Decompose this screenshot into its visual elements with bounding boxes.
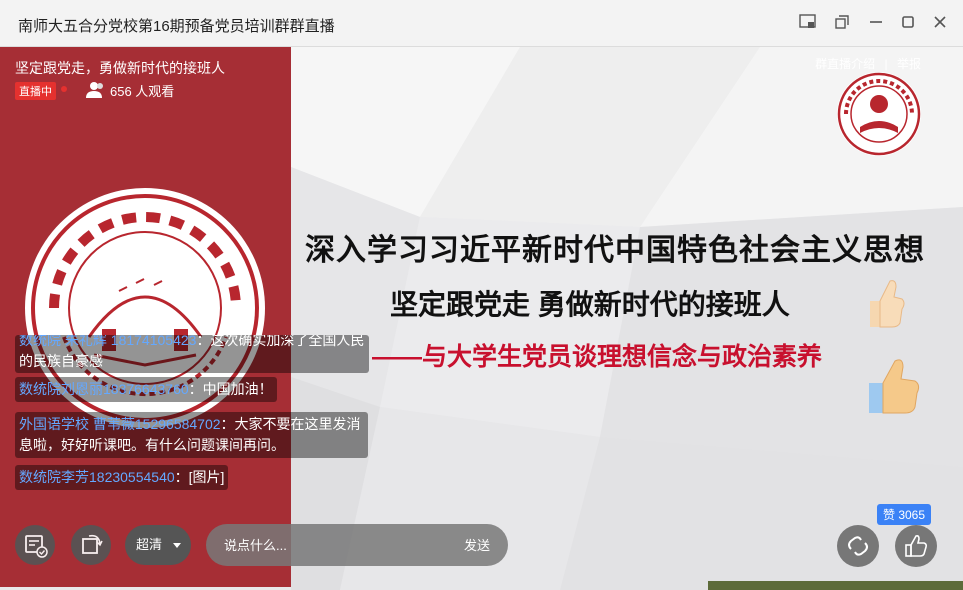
quality-select[interactable]: 超清 xyxy=(125,525,191,565)
chat-message: 外国语学校 曹苇薇15296584702：大家不要在这里发消息啦，好好听课吧。有… xyxy=(15,412,368,458)
live-intro-link[interactable]: 群直播介绍 xyxy=(815,57,875,71)
thumbs-up-icon xyxy=(905,535,928,557)
send-button[interactable]: 发送 xyxy=(464,535,490,554)
popout-icon[interactable] xyxy=(831,12,853,34)
rotate-icon xyxy=(82,534,103,554)
minimize-icon[interactable] xyxy=(865,12,887,34)
slide-heading-line-2: 坚定跟党走 勇做新时代的接班人 xyxy=(390,289,790,320)
viewer-count: 656 人观看 xyxy=(110,84,175,99)
live-indicator-dot xyxy=(61,86,67,92)
minimize-to-float-icon[interactable] xyxy=(797,12,819,34)
chat-message: 数统院刘恩丽18376643760：中国加油！ xyxy=(15,377,277,402)
quality-label: 超清 xyxy=(136,537,163,552)
slide-bottom-strip xyxy=(708,581,963,590)
share-button[interactable] xyxy=(837,525,879,567)
party-school-logo xyxy=(837,72,921,156)
live-window: 南师大五合分党校第16期预备党员培训群群直播 深入学习习近平新时代中国特色社会主… xyxy=(0,0,963,590)
document-check-button[interactable] xyxy=(15,525,55,565)
live-title: 坚定跟党走，勇做新时代的接班人 xyxy=(15,60,225,76)
top-links: 群直播介绍 | 举报 xyxy=(809,55,921,72)
document-check-icon xyxy=(25,535,48,558)
chat-username[interactable]: 数统院李芳18230554540 xyxy=(19,469,175,485)
chevron-down-icon xyxy=(173,543,181,548)
chat-text: ：中国加油！ xyxy=(188,381,273,397)
live-status-badge: 直播中 xyxy=(15,82,56,100)
chat-message: 数统院 朱礼辉 18174105423：这次确实加深了全国人民的民族自豪感 xyxy=(15,335,369,373)
chat-text: ：[图片] xyxy=(174,469,225,485)
maximize-icon[interactable] xyxy=(897,12,919,34)
comment-box: 发送 xyxy=(206,524,508,566)
chat-username[interactable]: 外国语学校 曹苇薇15296584702 xyxy=(19,416,221,432)
viewers-icon xyxy=(86,82,103,98)
rotate-button[interactable] xyxy=(71,525,111,565)
like-button[interactable] xyxy=(895,525,937,567)
slide-subtitle: ——与大学生党员谈理想信念与政治素养 xyxy=(372,343,823,371)
slide-heading-line-1: 深入学习习近平新时代中国特色社会主义思想 xyxy=(305,234,925,267)
presentation-slide: 深入学习习近平新时代中国特色社会主义思想 坚定跟党走 勇做新时代的接班人 ——与… xyxy=(0,47,963,590)
window-title: 南师大五合分党校第16期预备党员培训群群直播 xyxy=(18,18,335,35)
close-icon[interactable] xyxy=(929,12,951,34)
link-separator: | xyxy=(884,57,888,71)
live-stage: 深入学习习近平新时代中国特色社会主义思想 坚定跟党走 勇做新时代的接班人 ——与… xyxy=(0,47,963,590)
share-icon xyxy=(848,536,868,556)
comment-input[interactable] xyxy=(224,536,424,554)
chat-username[interactable]: 数统院 朱礼辉 18174105423 xyxy=(19,335,196,348)
like-count-badge: 赞 3065 xyxy=(877,504,932,525)
title-bar: 南师大五合分党校第16期预备党员培训群群直播 xyxy=(0,0,963,47)
report-link[interactable]: 举报 xyxy=(897,57,921,71)
chat-username[interactable]: 数统院刘恩丽18376643760 xyxy=(19,381,189,397)
chat-message: 数统院李芳18230554540：[图片] xyxy=(15,465,229,490)
